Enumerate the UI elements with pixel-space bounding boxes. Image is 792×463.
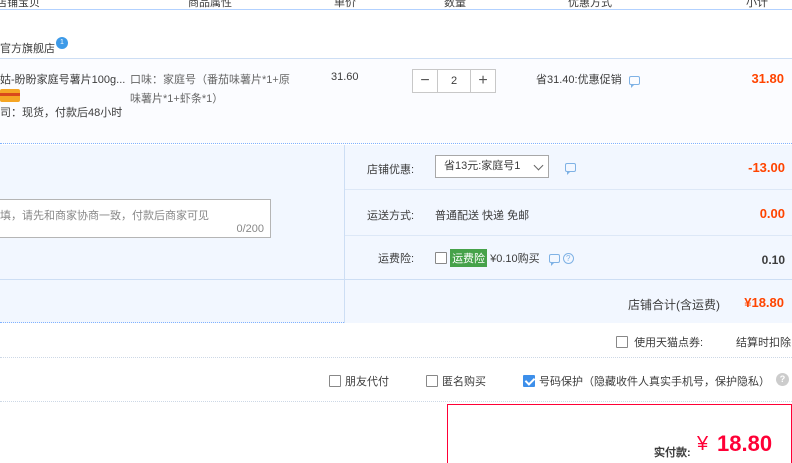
coupon-value: -13.00	[748, 160, 785, 175]
item-promo: 省31.40:优惠促销	[536, 71, 640, 88]
anonymous-option: 匿名购买	[426, 373, 486, 389]
help-icon[interactable]: ?	[776, 373, 789, 386]
points-label: 使用天猫点券:	[634, 337, 704, 349]
memo-count: 0/200	[236, 223, 264, 235]
friend-pay-option: 朋友代付	[329, 373, 389, 389]
chat-icon[interactable]	[628, 75, 640, 88]
pay-currency: ¥	[697, 433, 709, 455]
number-protect-checkbox[interactable]	[523, 375, 535, 387]
insurance-text: ¥0.10购买	[490, 253, 540, 265]
points-row: 使用天猫点券: 结算时扣除	[0, 324, 792, 358]
qty-input[interactable]: 2	[438, 69, 470, 93]
cart-item: 姑-盼盼家庭号薯片100g... 司：现货，付款后48小时 口味：家庭号（番茄味…	[0, 58, 792, 144]
options-row: 朋友代付 匿名购买 号码保护（隐藏收件人真实手机号，保护隐私） ?	[0, 358, 792, 402]
help-icon[interactable]: ?	[562, 252, 574, 264]
chevron-down-icon	[533, 160, 544, 171]
points-option: 使用天猫点券:	[616, 334, 703, 350]
header-attr: 商品属性	[188, 0, 232, 9]
item-title[interactable]: 姑-盼盼家庭号薯片100g...	[0, 71, 125, 87]
chat-icon[interactable]	[548, 253, 560, 266]
qty-plus-button[interactable]: +	[470, 69, 496, 93]
shop-total-value: ¥18.80	[744, 295, 784, 310]
insurance-value: 0.10	[761, 253, 785, 267]
insurance-row: 运费险: 运费险 ¥0.10购买 ? 0.10	[345, 236, 792, 280]
memo-placeholder: 填，请先和商家协商一致，付款后商家可见	[0, 210, 209, 222]
friend-pay-checkbox[interactable]	[329, 375, 341, 387]
shop-summary: 填，请先和商家协商一致，付款后商家可见 0/200 店铺优惠: 省13元:家庭号…	[0, 145, 792, 323]
item-promo-text: 省31.40:优惠促销	[536, 74, 622, 86]
anonymous-label: 匿名购买	[442, 376, 486, 388]
cart-header: 店铺宝贝 商品属性 单价 数量 优惠方式 小计	[0, 0, 792, 10]
header-item: 店铺宝贝	[0, 0, 40, 9]
shipping-value: 0.00	[759, 206, 785, 221]
shop-total-row: 店铺合计(含运费) ¥18.80	[0, 279, 792, 323]
points-checkbox[interactable]	[616, 336, 628, 348]
coupon-select[interactable]: 省13元:家庭号1	[435, 155, 549, 178]
item-price: 31.60	[331, 71, 359, 83]
credit-card-icon	[0, 89, 20, 102]
pay-value: 18.80	[717, 431, 773, 456]
header-total: 小计	[746, 0, 768, 9]
header-price: 单价	[334, 0, 356, 9]
pay-box: 实付款: ¥ 18.80	[447, 404, 792, 463]
shop-name[interactable]: 官方旗舰店	[0, 40, 55, 56]
coupon-row: 店铺优惠: 省13元:家庭号1 -13.00	[345, 145, 792, 190]
points-note: 结算时扣除	[736, 337, 791, 349]
header-promo: 优惠方式	[568, 0, 612, 9]
anonymous-checkbox[interactable]	[426, 375, 438, 387]
insurance-label: 运费险:	[378, 253, 415, 265]
item-attr: 口味：家庭号（番茄味薯片*1+原味薯片*1+虾条*1）	[130, 74, 290, 105]
friend-pay-label: 朋友代付	[345, 376, 389, 388]
number-protect-option: 号码保护（隐藏收件人真实手机号，保护隐私）	[523, 373, 770, 389]
pay-label: 实付款:	[654, 447, 691, 459]
shop-total-label: 店铺合计(含运费)	[628, 298, 720, 312]
item-total: 31.80	[751, 71, 784, 86]
insurance-badge: 运费险	[450, 249, 488, 267]
shipping-text: 普通配送 快递 免邮	[435, 210, 530, 222]
qty-minus-button[interactable]: −	[412, 69, 438, 93]
header-qty: 数量	[444, 0, 466, 9]
shipping-row: 运送方式: 普通配送 快递 免邮 0.00	[345, 190, 792, 236]
item-stock: 司：现货，付款后48小时	[0, 107, 123, 119]
memo-textarea[interactable]: 填，请先和商家协商一致，付款后商家可见 0/200	[0, 199, 271, 238]
shipping-label: 运送方式:	[367, 210, 415, 222]
insurance-option: 运费险 ¥0.10购买 ?	[435, 249, 574, 267]
coupon-label: 店铺优惠:	[367, 164, 415, 176]
chat-icon[interactable]	[565, 163, 576, 175]
insurance-checkbox[interactable]	[435, 252, 447, 264]
shop-badge-icon: 1	[56, 37, 68, 49]
coupon-select-value: 省13元:家庭号1	[444, 160, 521, 172]
number-protect-label: 号码保护（隐藏收件人真实手机号，保护隐私）	[539, 376, 770, 388]
